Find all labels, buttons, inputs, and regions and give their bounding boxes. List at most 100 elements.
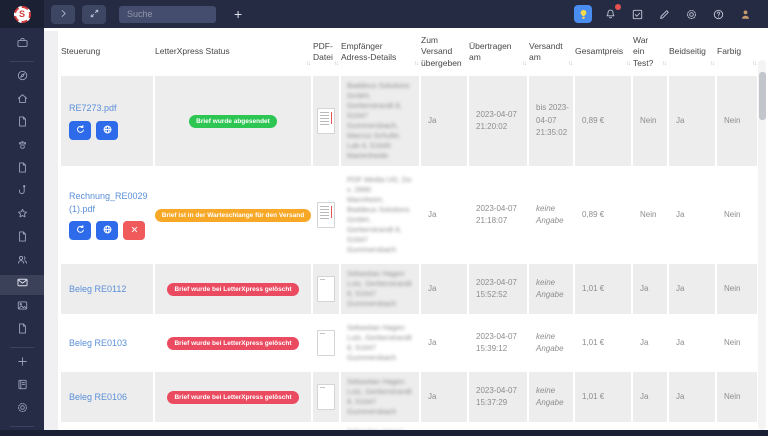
row-actions <box>69 221 145 240</box>
refresh-icon <box>75 123 86 138</box>
column-label: LetterXpress Status <box>155 46 230 57</box>
sort-icon[interactable]: ↑↓ <box>662 61 666 69</box>
column-header-farbig[interactable]: Farbig↑↓ <box>717 30 757 74</box>
sidebar-item-journal[interactable] <box>0 377 44 397</box>
pdf-thumbnail[interactable] <box>317 330 335 356</box>
app-logo[interactable]: S <box>14 6 31 23</box>
column-header-war-ein-test[interactable]: War ein Test?↑↓ <box>633 30 667 74</box>
sidebar-item-hook[interactable] <box>0 183 44 203</box>
cell-zum-versand: Ja <box>421 76 467 166</box>
sort-icon[interactable]: ↑↓ <box>752 61 756 69</box>
sidebar-item-briefcase[interactable] <box>0 35 44 55</box>
column-header-versandt-am[interactable]: Versandt am↑↓ <box>529 30 573 74</box>
journal-icon <box>16 378 29 396</box>
check-square-icon[interactable] <box>628 5 646 23</box>
logo-container: S <box>0 0 44 28</box>
search-input[interactable] <box>119 6 216 23</box>
sidebar-item-document[interactable] <box>0 160 44 180</box>
cell-empfaenger-adress-details: Baddeus Solutions GmbH, Gerberstrandt 8,… <box>341 76 419 166</box>
expand-button[interactable] <box>82 5 106 24</box>
sidebar-item-document[interactable] <box>0 229 44 249</box>
chevron-right-button[interactable] <box>51 5 75 24</box>
cell-beidseitig: Ja <box>669 264 715 314</box>
cell-steuerung: RE7273.pdf <box>61 76 153 166</box>
sort-icon[interactable]: ↑↓ <box>626 61 630 69</box>
pdf-thumbnail[interactable] <box>317 108 335 134</box>
globe-icon <box>102 223 113 238</box>
globe-button[interactable] <box>96 121 118 140</box>
vertical-scrollbar[interactable] <box>758 60 766 430</box>
sidebar-item-compass[interactable] <box>0 68 44 88</box>
cell-beidseitig: Ja <box>669 318 715 368</box>
table-row: Beleg RE0106 Brief wurde bei LetterXpress… <box>61 372 757 422</box>
cell-uebertragen-am: 2023-04-07 15:39:12 <box>469 318 527 368</box>
sidebar-item-document[interactable] <box>0 321 44 341</box>
pdf-file-link[interactable]: Rechnung_RE0029 (1).pdf <box>69 190 149 214</box>
column-label: Gesamtpreis <box>575 46 623 57</box>
column-label: Beidseitig <box>669 46 706 57</box>
expand-icon <box>89 7 100 22</box>
document-icon <box>16 230 29 248</box>
gear-icon[interactable] <box>682 5 700 23</box>
cell-steuerung: Beleg RE0103 <box>61 318 153 368</box>
column-header-beidseitig[interactable]: Beidseitig ↑↓ <box>669 30 715 74</box>
sidebar-item-star[interactable] <box>0 206 44 226</box>
cell-gesamtpreis: 1,01 € <box>575 318 631 368</box>
sort-icon[interactable]: ↑↓ <box>568 61 572 69</box>
add-button[interactable]: + <box>234 7 242 21</box>
app-window: S + SteuerungLetterXpress Status↑↓PDF-Da… <box>0 0 768 436</box>
cell-empfaenger-adress-details: PDF Media UG, Do v. 2890 Mannheim, Badde… <box>341 170 419 260</box>
pdf-thumbnail[interactable] <box>317 384 335 410</box>
refresh-button[interactable] <box>69 121 91 140</box>
notification-badge <box>615 4 621 10</box>
pencil-icon[interactable] <box>655 5 673 23</box>
sidebar-item-users[interactable] <box>0 252 44 272</box>
cell-pdf-datei <box>313 76 339 166</box>
column-header-empf-nger-adress-details[interactable]: Empfänger Adress-Details↑↓ <box>341 30 419 74</box>
globe-button[interactable] <box>96 221 118 240</box>
cell-versandt-am: keine Angabe <box>529 264 573 314</box>
sort-icon[interactable]: ↑↓ <box>306 61 310 69</box>
pdf-thumbnail[interactable] <box>317 276 335 302</box>
sort-icon[interactable]: ↑↓ <box>334 61 338 69</box>
sidebar-item-mail[interactable] <box>0 275 44 295</box>
column-label: PDF-Datei <box>313 41 333 63</box>
refresh-button[interactable] <box>69 221 91 240</box>
topbar-left-buttons <box>44 5 106 24</box>
help-icon[interactable] <box>709 5 727 23</box>
pdf-file-link[interactable]: Beleg RE0103 <box>69 337 127 349</box>
sidebar-item-document[interactable] <box>0 114 44 134</box>
scrollbar-thumb[interactable] <box>759 72 766 120</box>
cell-versandt-am: keine Angabe <box>529 170 573 260</box>
cell-gesamtpreis: 0,89 € <box>575 76 631 166</box>
sort-icon[interactable]: ↑↓ <box>710 61 714 69</box>
sidebar-item-gear[interactable] <box>0 400 44 420</box>
pdf-file-link[interactable]: Beleg RE0106 <box>69 391 127 403</box>
column-header-pdf-datei[interactable]: PDF-Datei↑↓ <box>313 30 339 74</box>
status-badge: Brief wurde bei LetterXpress gelöscht <box>167 391 298 404</box>
cell-uebertragen-am: 2023-04-07 21:20:02 <box>469 76 527 166</box>
gear-icon <box>16 401 29 419</box>
sort-icon[interactable]: ↑↓ <box>522 61 526 69</box>
pdf-file-link[interactable]: RE7273.pdf <box>69 102 117 114</box>
sidebar-item-plus[interactable] <box>0 354 44 374</box>
column-header-bertragen-am[interactable]: Übertragen am↑↓ <box>469 30 527 74</box>
sort-icon[interactable]: ↑↓ <box>414 61 418 69</box>
pdf-file-link[interactable]: Beleg RE0112 <box>69 283 126 295</box>
status-badge: Brief wurde abgesendet <box>189 115 277 128</box>
column-header-gesamtpreis[interactable]: Gesamtpreis↑↓ <box>575 30 631 74</box>
user-icon[interactable] <box>736 5 754 23</box>
sidebar-item-paw[interactable] <box>0 137 44 157</box>
cell-versandt-am: keine Angabe <box>529 372 573 422</box>
lightbulb-icon[interactable] <box>574 5 592 23</box>
status-badge: Brief ist in der Warteschlange für den V… <box>155 209 311 222</box>
column-header-steuerung: Steuerung <box>61 30 153 74</box>
cell-steuerung: Rechnung_RE0029 (1).pdf <box>61 170 153 260</box>
sidebar-item-home[interactable] <box>0 91 44 111</box>
delete-button[interactable] <box>123 221 145 240</box>
sidebar-item-image[interactable] <box>0 298 44 318</box>
bell-icon[interactable] <box>601 5 619 23</box>
main-content: SteuerungLetterXpress Status↑↓PDF-Datei↑… <box>44 28 768 430</box>
pdf-thumbnail[interactable] <box>317 202 335 228</box>
column-header-letterxpress-status[interactable]: LetterXpress Status ↑↓ <box>155 30 311 74</box>
